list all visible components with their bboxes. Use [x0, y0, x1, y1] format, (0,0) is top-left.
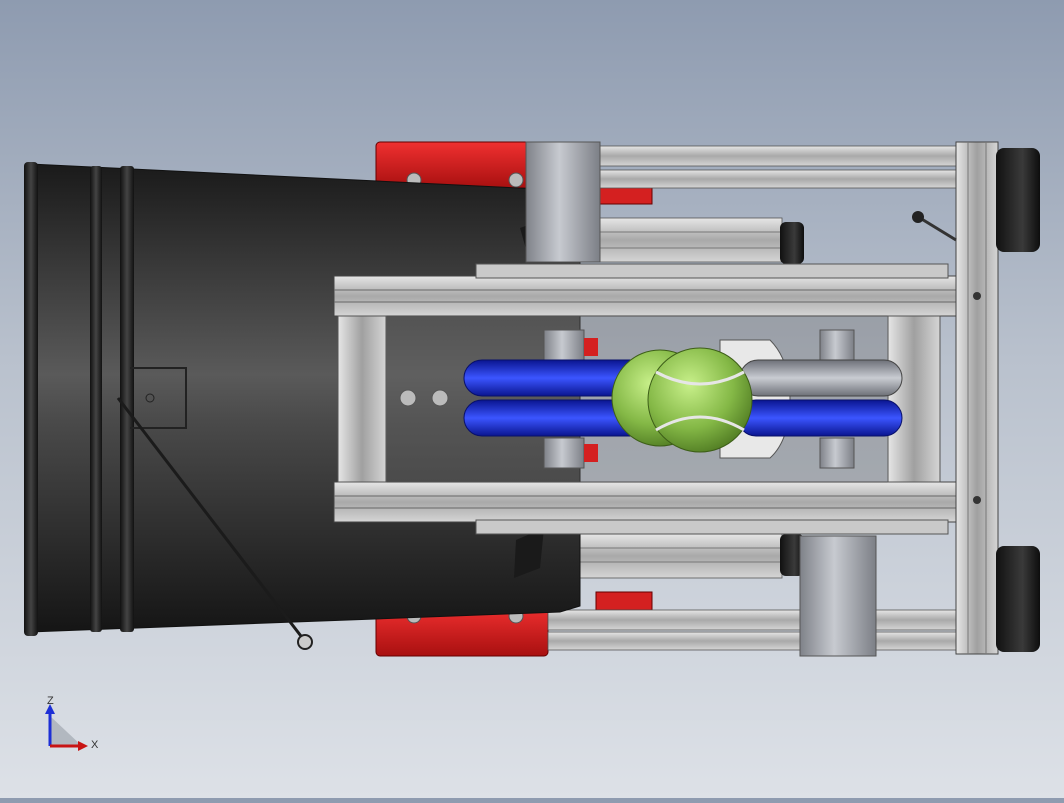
motor-top[interactable] — [525, 141, 601, 263]
rear-motor-cap-bottom — [996, 546, 1040, 652]
barrel-ring-3 — [120, 166, 134, 632]
cad-model-canvas[interactable] — [0, 0, 1064, 798]
bushing-3 — [819, 329, 855, 361]
barrel-ring-2 — [90, 166, 102, 632]
adjust-lever[interactable] — [912, 211, 957, 242]
bushing-1 — [543, 329, 585, 361]
coordinate-triad: Z X — [36, 690, 106, 760]
blue-tube-right[interactable] — [737, 399, 903, 437]
motor-bottom[interactable] — [799, 535, 877, 657]
rear-motor-cap-top — [996, 148, 1040, 252]
rear-end-plate[interactable] — [955, 141, 1040, 655]
triad-z-label: Z — [47, 695, 54, 707]
triad-x-label: X — [91, 739, 99, 751]
motor-cap-top — [780, 222, 804, 264]
grey-tube-right[interactable] — [739, 359, 903, 397]
tennis-ball-2[interactable] — [647, 347, 753, 453]
red-clip-1 — [584, 338, 598, 356]
rod-end-fitting[interactable] — [297, 634, 313, 650]
red-clip-2 — [584, 444, 598, 462]
bushing-4 — [819, 437, 855, 469]
bushing-2 — [543, 437, 585, 469]
barrel-ring-1 — [24, 162, 38, 636]
cad-viewport[interactable] — [0, 0, 1064, 798]
